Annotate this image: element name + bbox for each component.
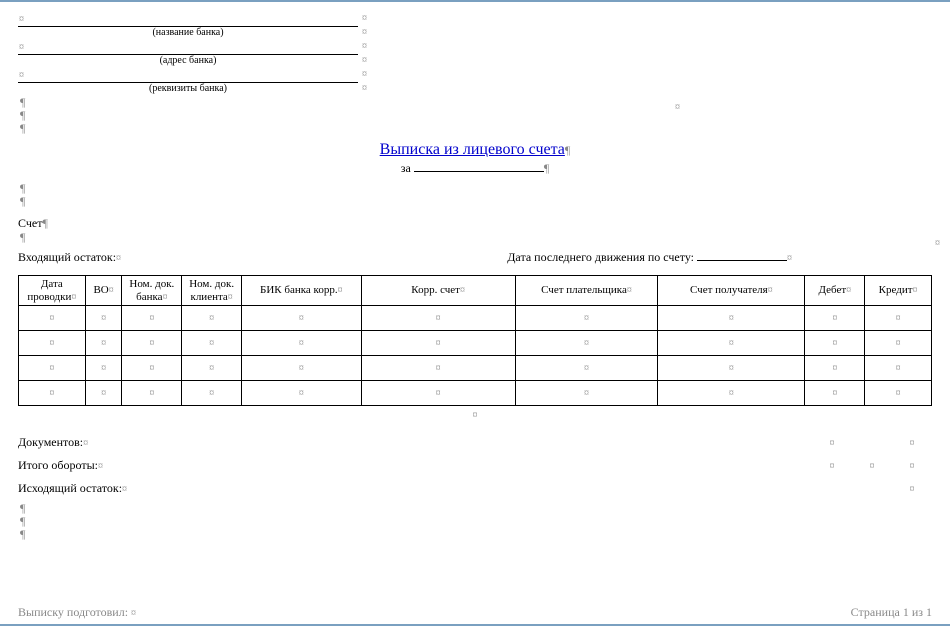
last-movement-label: Дата последнего движения по счету:: [507, 250, 694, 264]
turnover-label: Итого обороты:: [18, 458, 98, 472]
incoming-balance-label: Входящий остаток:: [18, 250, 116, 264]
prepared-label: Выписку подготовил:: [18, 605, 128, 619]
outgoing-label: Исходящий остаток:: [18, 481, 122, 495]
header-right-marks: ¤ ¤ ¤ ¤ ¤ ¤: [362, 12, 367, 96]
bank-name-caption: (название банка): [18, 27, 358, 41]
stray-mark: ¤: [675, 102, 680, 113]
period-label: за: [401, 161, 411, 175]
table-header-row: Дата проводки¤ ВО¤ Ном. док. банка¤ Ном.…: [19, 276, 932, 306]
document-title: Выписка из лицевого счета: [380, 141, 565, 158]
summary-block: Документов:¤ ¤¤ Итого обороты:¤ ¤¤¤ Исхо…: [18, 435, 932, 496]
last-movement-value[interactable]: [697, 250, 787, 261]
page-number: Страница 1 из 1: [851, 605, 932, 620]
footer: Выписку подготовил: ¤ Страница 1 из 1: [18, 605, 932, 620]
bank-header: ¤ (название банка) ¤ (адрес банка) ¤ (ре…: [18, 12, 358, 135]
documents-label: Документов:: [18, 435, 83, 449]
table-row: ¤¤¤¤¤¤¤¤¤¤: [19, 356, 932, 381]
table-row: ¤¤¤¤¤¤¤¤¤¤: [19, 306, 932, 331]
account-label: Счет: [18, 216, 42, 230]
bank-req-caption: (реквизиты банка): [18, 83, 358, 97]
transactions-table: Дата проводки¤ ВО¤ Ном. док. банка¤ Ном.…: [18, 275, 932, 406]
period-value[interactable]: [414, 171, 544, 172]
table-row: ¤¤¤¤¤¤¤¤¤¤: [19, 381, 932, 406]
document-page: ¤ (название банка) ¤ (адрес банка) ¤ (ре…: [0, 0, 950, 626]
table-row: ¤¤¤¤¤¤¤¤¤¤: [19, 331, 932, 356]
bank-address-caption: (адрес банка): [18, 55, 358, 69]
